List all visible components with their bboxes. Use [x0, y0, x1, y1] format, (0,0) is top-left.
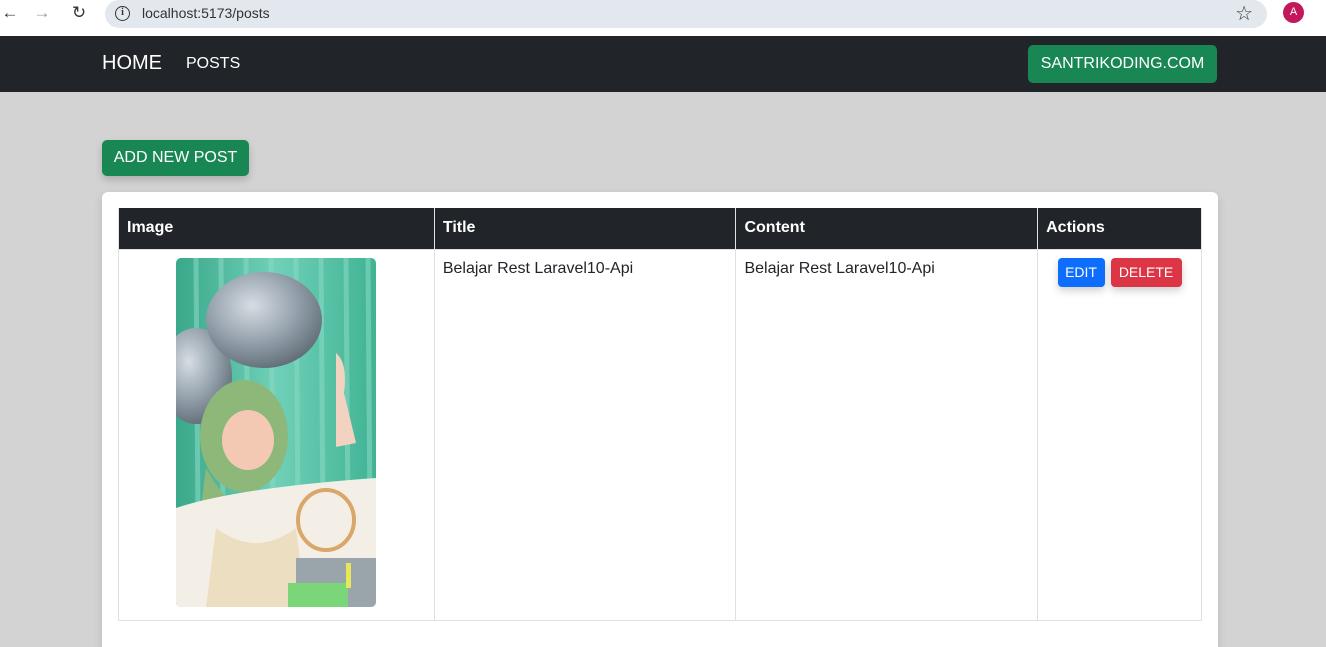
nav-home-link[interactable]: HOME	[102, 52, 162, 75]
back-arrow-icon[interactable]: ←	[0, 3, 20, 23]
navbar: HOME POSTS SANTRIKODING.COM	[0, 36, 1326, 92]
post-image	[176, 257, 377, 607]
image-cell	[118, 248, 435, 621]
browser-toolbar: ← → ↻ i localhost:5173/posts ☆ A	[0, 0, 1326, 36]
address-bar[interactable]: i localhost:5173/posts ☆	[105, 0, 1267, 28]
table-row: Belajar Rest Laravel10-Api Belajar Rest …	[118, 248, 1202, 621]
edit-button[interactable]: EDIT	[1057, 257, 1105, 287]
header-image: Image	[118, 208, 435, 250]
content-cell: Belajar Rest Laravel10-Api	[735, 248, 1039, 621]
url-text[interactable]: localhost:5173/posts	[142, 5, 270, 21]
add-new-post-button[interactable]: ADD NEW POST	[102, 140, 249, 176]
delete-button[interactable]: DELETE	[1110, 257, 1182, 287]
profile-avatar[interactable]: A	[1283, 2, 1304, 23]
header-content: Content	[735, 208, 1039, 250]
nav-posts-link[interactable]: POSTS	[186, 55, 240, 73]
reload-icon[interactable]: ↻	[69, 3, 89, 23]
header-title: Title	[433, 208, 737, 250]
forward-arrow-icon[interactable]: →	[32, 3, 52, 23]
posts-card: Image Title Content Actions Belajar Rest…	[102, 192, 1218, 647]
title-cell: Belajar Rest Laravel10-Api	[433, 248, 737, 621]
table-header-row: Image Title Content Actions	[118, 208, 1202, 250]
bookmark-star-icon[interactable]: ☆	[1235, 1, 1253, 26]
santrikoding-button[interactable]: SANTRIKODING.COM	[1028, 45, 1217, 83]
site-info-icon[interactable]: i	[115, 6, 130, 21]
posts-table: Image Title Content Actions Belajar Rest…	[118, 208, 1202, 621]
header-actions: Actions	[1037, 208, 1202, 250]
actions-cell: EDIT DELETE	[1037, 248, 1202, 621]
